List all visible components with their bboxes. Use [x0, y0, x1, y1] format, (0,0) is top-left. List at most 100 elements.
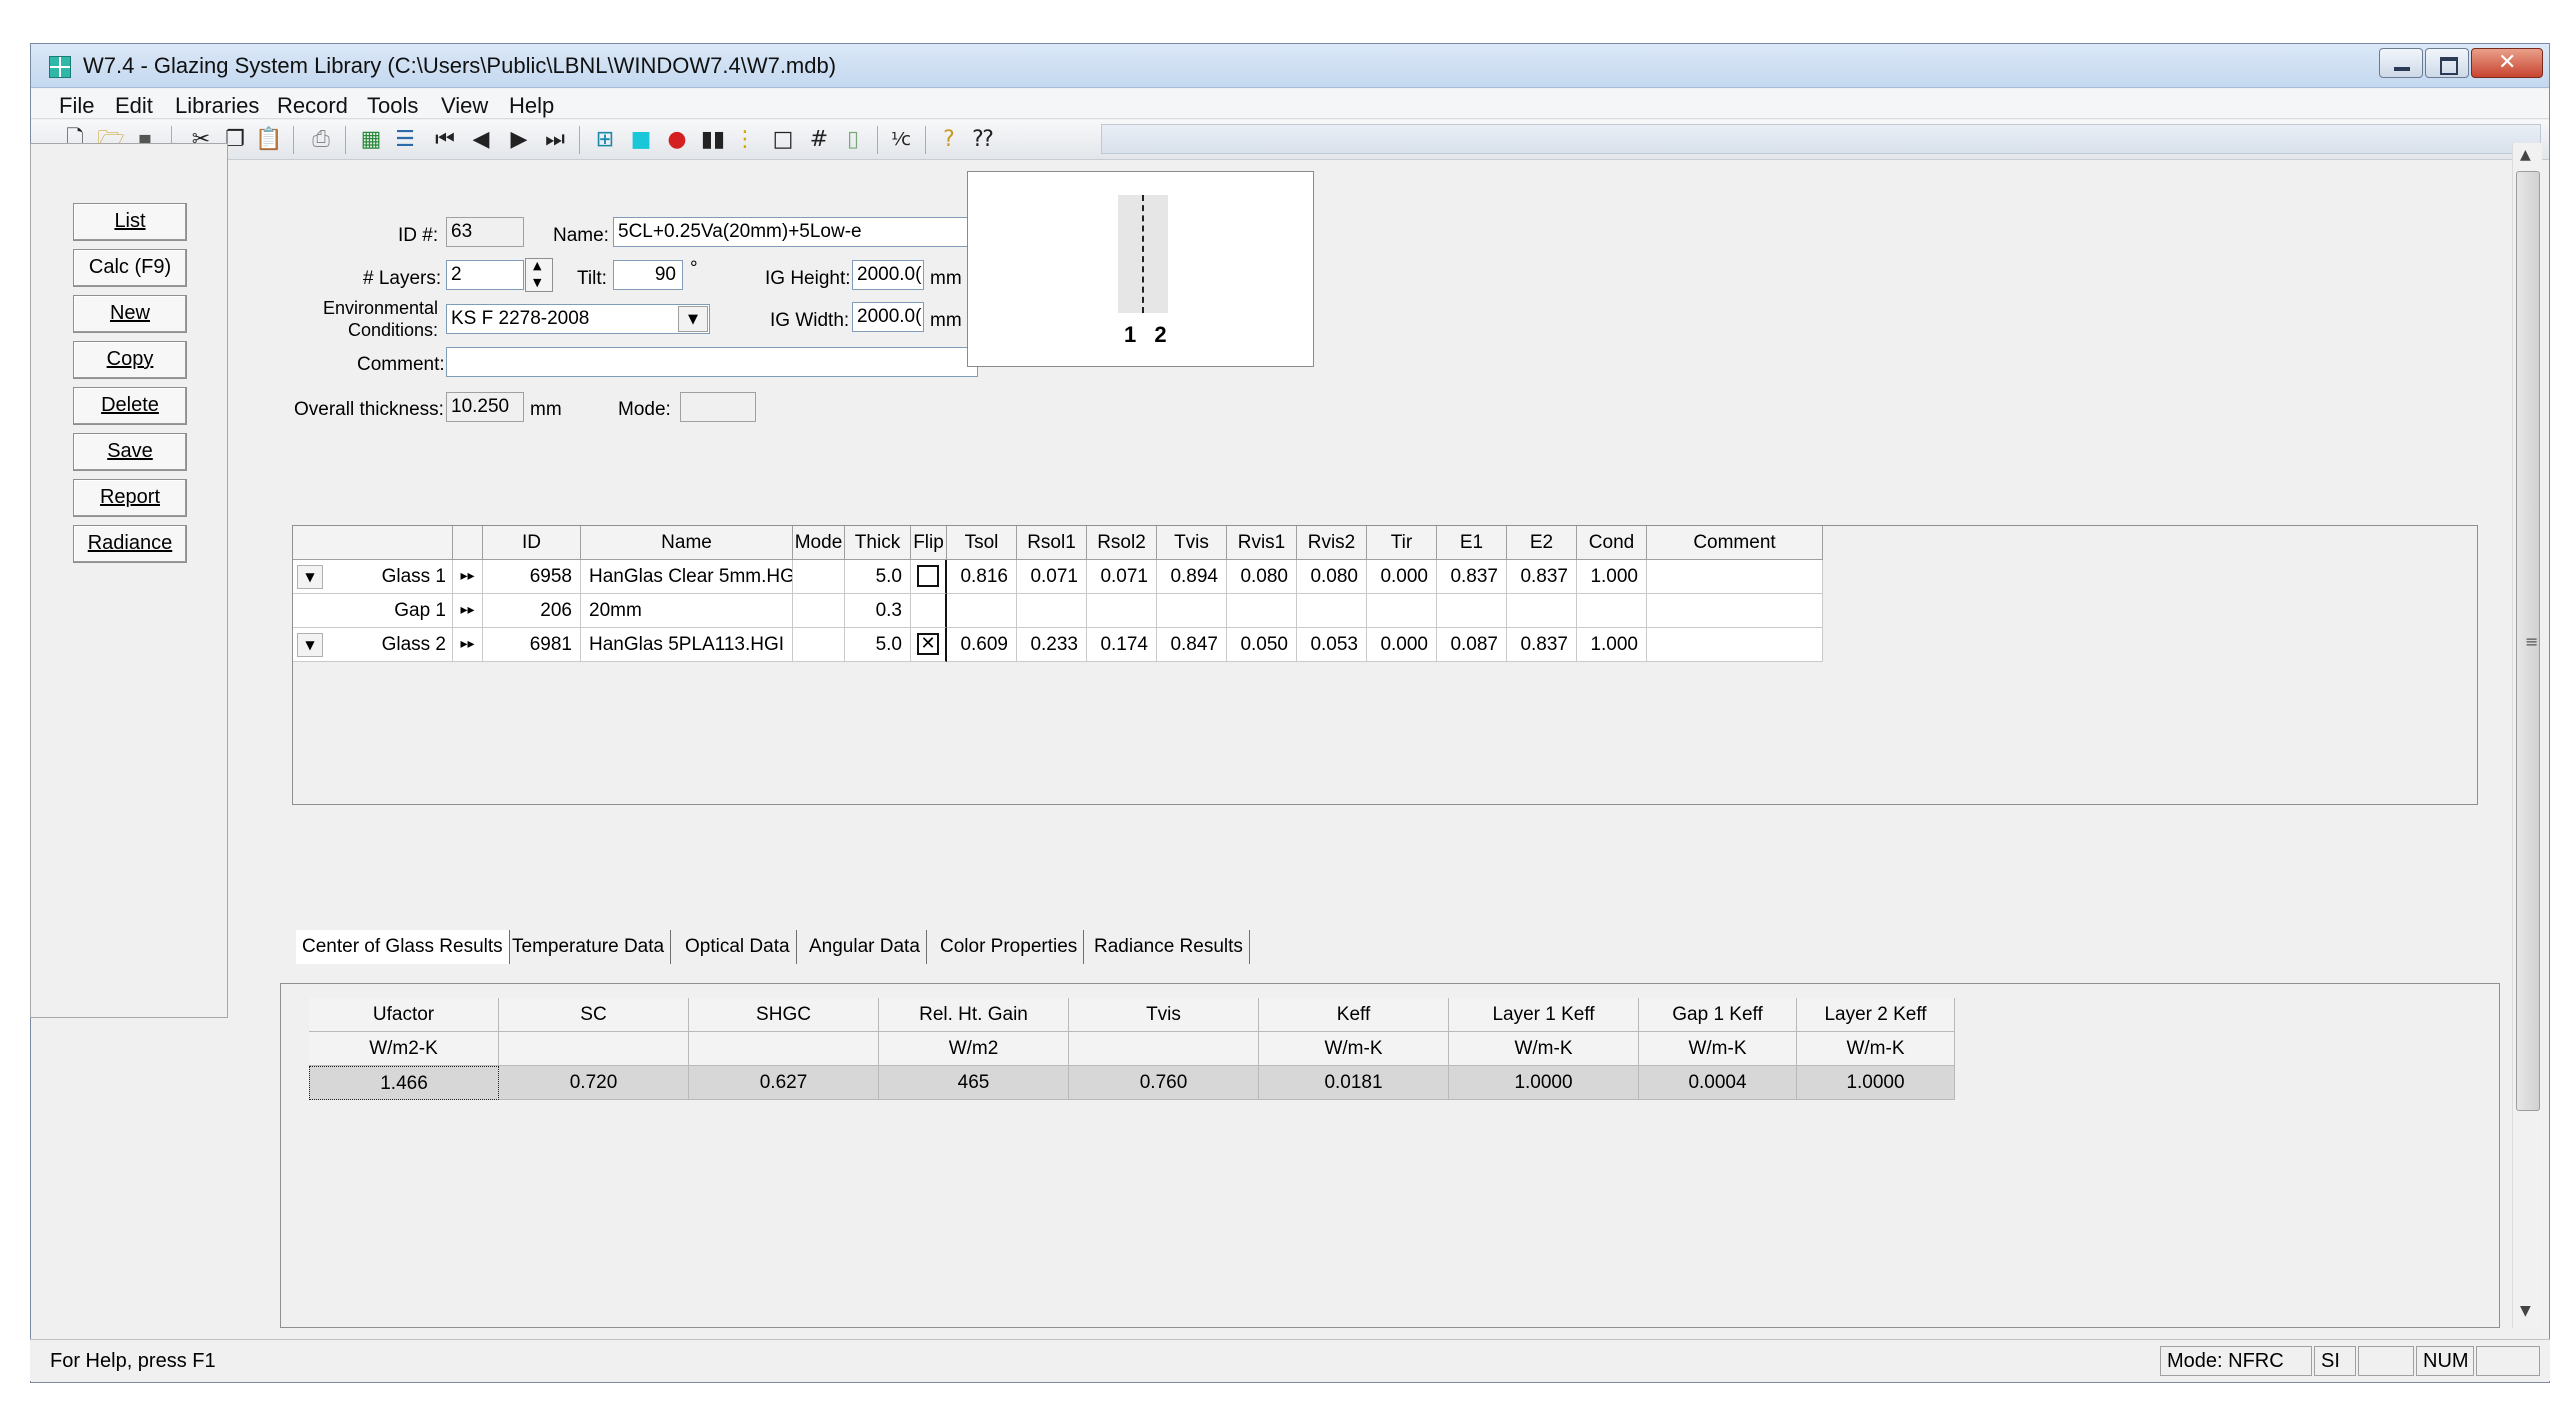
checkbox-empty-icon[interactable]	[917, 565, 939, 587]
cell-e2[interactable]	[1507, 594, 1577, 628]
column-header[interactable]: Name	[581, 526, 793, 560]
tab-center-of-glass[interactable]: Center of Glass Results	[296, 930, 510, 964]
results-value[interactable]: 1.0000	[1449, 1066, 1639, 1100]
spin-down-icon[interactable]: ▼	[533, 276, 541, 289]
name-input[interactable]: 5CL+0.25Va(20mm)+5Low-e	[613, 217, 978, 247]
cell-mode[interactable]	[793, 560, 845, 594]
results-value[interactable]: 0.760	[1069, 1066, 1259, 1100]
tab-color-properties[interactable]: Color Properties	[934, 930, 1085, 964]
cell-mode[interactable]	[793, 628, 845, 662]
new-button[interactable]: New	[73, 295, 187, 333]
red-marker-icon[interactable]: ●	[663, 126, 691, 154]
column-header[interactable]: ID	[483, 526, 581, 560]
bars-icon[interactable]: ▮▮	[699, 126, 727, 154]
comment-input[interactable]	[446, 347, 978, 377]
results-value[interactable]: 1.0000	[1797, 1066, 1955, 1100]
flip-checkbox[interactable]	[911, 560, 947, 594]
cell-comment[interactable]	[1647, 560, 1823, 594]
delete-button[interactable]: Delete	[73, 387, 187, 425]
cell-cond[interactable]: 1.000	[1577, 628, 1647, 662]
cell-tsol[interactable]: 0.816	[947, 560, 1017, 594]
cell-thick[interactable]: 5.0	[845, 628, 911, 662]
tilt-input[interactable]: 90	[613, 260, 683, 290]
cell-rvis1[interactable]: 0.050	[1227, 628, 1297, 662]
hash-icon[interactable]: #	[805, 126, 833, 154]
column-header[interactable]: Cond	[1577, 526, 1647, 560]
column-header[interactable]: Rvis2	[1297, 526, 1367, 560]
units-icon[interactable]: ⅟c	[887, 126, 915, 154]
minimize-button[interactable]	[2379, 48, 2423, 78]
cell-rsol1[interactable]: 0.233	[1017, 628, 1087, 662]
layers-spinner[interactable]: ▲ ▼	[525, 258, 553, 292]
cell-rsol2[interactable]: 0.174	[1087, 628, 1157, 662]
maximize-button[interactable]	[2425, 48, 2469, 78]
column-header[interactable]: Rsol2	[1087, 526, 1157, 560]
cell-rsol1[interactable]: 0.071	[1017, 560, 1087, 594]
checkbox-checked-icon[interactable]: ✕	[917, 633, 939, 655]
cell-rsol2[interactable]	[1087, 594, 1157, 628]
vertical-scrollbar[interactable]: ▲ ≡ ▼	[2512, 143, 2542, 1328]
column-header[interactable]: Tvis	[1157, 526, 1227, 560]
results-value[interactable]: 1.466	[309, 1066, 499, 1100]
tab-radiance-results[interactable]: Radiance Results	[1088, 930, 1250, 964]
cell-e1[interactable]: 0.087	[1437, 628, 1507, 662]
tab-optical-data[interactable]: Optical Data	[679, 930, 797, 964]
cell-comment[interactable]	[1647, 594, 1823, 628]
cyan-square-icon[interactable]: ■	[627, 126, 655, 154]
cell-id[interactable]: 206	[483, 594, 581, 628]
cell-tvis[interactable]: 0.847	[1157, 628, 1227, 662]
menu-edit[interactable]: Edit	[115, 93, 153, 119]
cell-id[interactable]: 6958	[483, 560, 581, 594]
column-header[interactable]: Thick	[845, 526, 911, 560]
layers-input[interactable]: 2	[446, 260, 524, 290]
column-header[interactable]: Rsol1	[1017, 526, 1087, 560]
report-button[interactable]: Report	[73, 479, 187, 517]
layer-row-label[interactable]: ▼ Glass 1	[293, 560, 453, 594]
cell-mode[interactable]	[793, 594, 845, 628]
scrollbar-thumb[interactable]: ≡	[2516, 171, 2540, 1111]
paste-icon[interactable]: 📋	[255, 126, 283, 154]
results-value[interactable]: 0.0181	[1259, 1066, 1449, 1100]
cell-id[interactable]: 6981	[483, 628, 581, 662]
last-record-icon[interactable]: ⏭	[541, 126, 569, 154]
column-header[interactable]: Tsol	[947, 526, 1017, 560]
menu-view[interactable]: View	[441, 93, 488, 119]
results-value[interactable]: 0.0004	[1639, 1066, 1797, 1100]
chevron-down-icon[interactable]: ▼	[678, 306, 708, 332]
column-header[interactable]: Comment	[1647, 526, 1823, 560]
grid-icon[interactable]: ⊞	[591, 126, 619, 154]
scroll-down-icon[interactable]: ▼	[2520, 1303, 2531, 1319]
close-button[interactable]	[2471, 48, 2543, 78]
print-icon[interactable]: ⎙	[307, 126, 335, 154]
cell-thick[interactable]: 0.3	[845, 594, 911, 628]
cell-rvis1[interactable]	[1227, 594, 1297, 628]
menu-libraries[interactable]: Libraries	[175, 93, 259, 119]
list-view-icon[interactable]: ▦	[357, 126, 385, 154]
spin-up-icon[interactable]: ▲	[533, 259, 541, 272]
cell-tvis[interactable]	[1157, 594, 1227, 628]
menu-tools[interactable]: Tools	[367, 93, 418, 119]
column-header[interactable]: E1	[1437, 526, 1507, 560]
menu-file[interactable]: File	[59, 93, 94, 119]
cell-tir[interactable]: 0.000	[1367, 560, 1437, 594]
column-header[interactable]	[293, 526, 453, 560]
list-button[interactable]: List	[73, 203, 187, 241]
layer-dropdown-icon[interactable]: ▼	[297, 633, 323, 657]
spectral-icon[interactable]: ⋮	[731, 126, 759, 154]
column-header[interactable]: Rvis1	[1227, 526, 1297, 560]
ig-height-input[interactable]: 2000.0(	[852, 260, 924, 290]
layer-browse-icon[interactable]: ▸▸	[453, 628, 483, 662]
cell-name[interactable]: 20mm	[581, 594, 793, 628]
title-bar[interactable]: W7.4 - Glazing System Library (C:\Users\…	[31, 44, 2549, 88]
cell-rvis2[interactable]: 0.053	[1297, 628, 1367, 662]
env-conditions-select[interactable]: KS F 2278-2008	[446, 304, 710, 334]
layer-browse-icon[interactable]: ▸▸	[453, 560, 483, 594]
cell-comment[interactable]	[1647, 628, 1823, 662]
save-button[interactable]: Save	[73, 433, 187, 471]
scroll-up-icon[interactable]: ▲	[2520, 147, 2531, 163]
cell-name[interactable]: HanGlas Clear 5mm.HGI	[581, 560, 793, 594]
cell-rsol1[interactable]	[1017, 594, 1087, 628]
layer-row-label[interactable]: ▼ Glass 2	[293, 628, 453, 662]
copy-button[interactable]: Copy	[73, 341, 187, 379]
next-record-icon[interactable]: ▶	[505, 126, 533, 154]
